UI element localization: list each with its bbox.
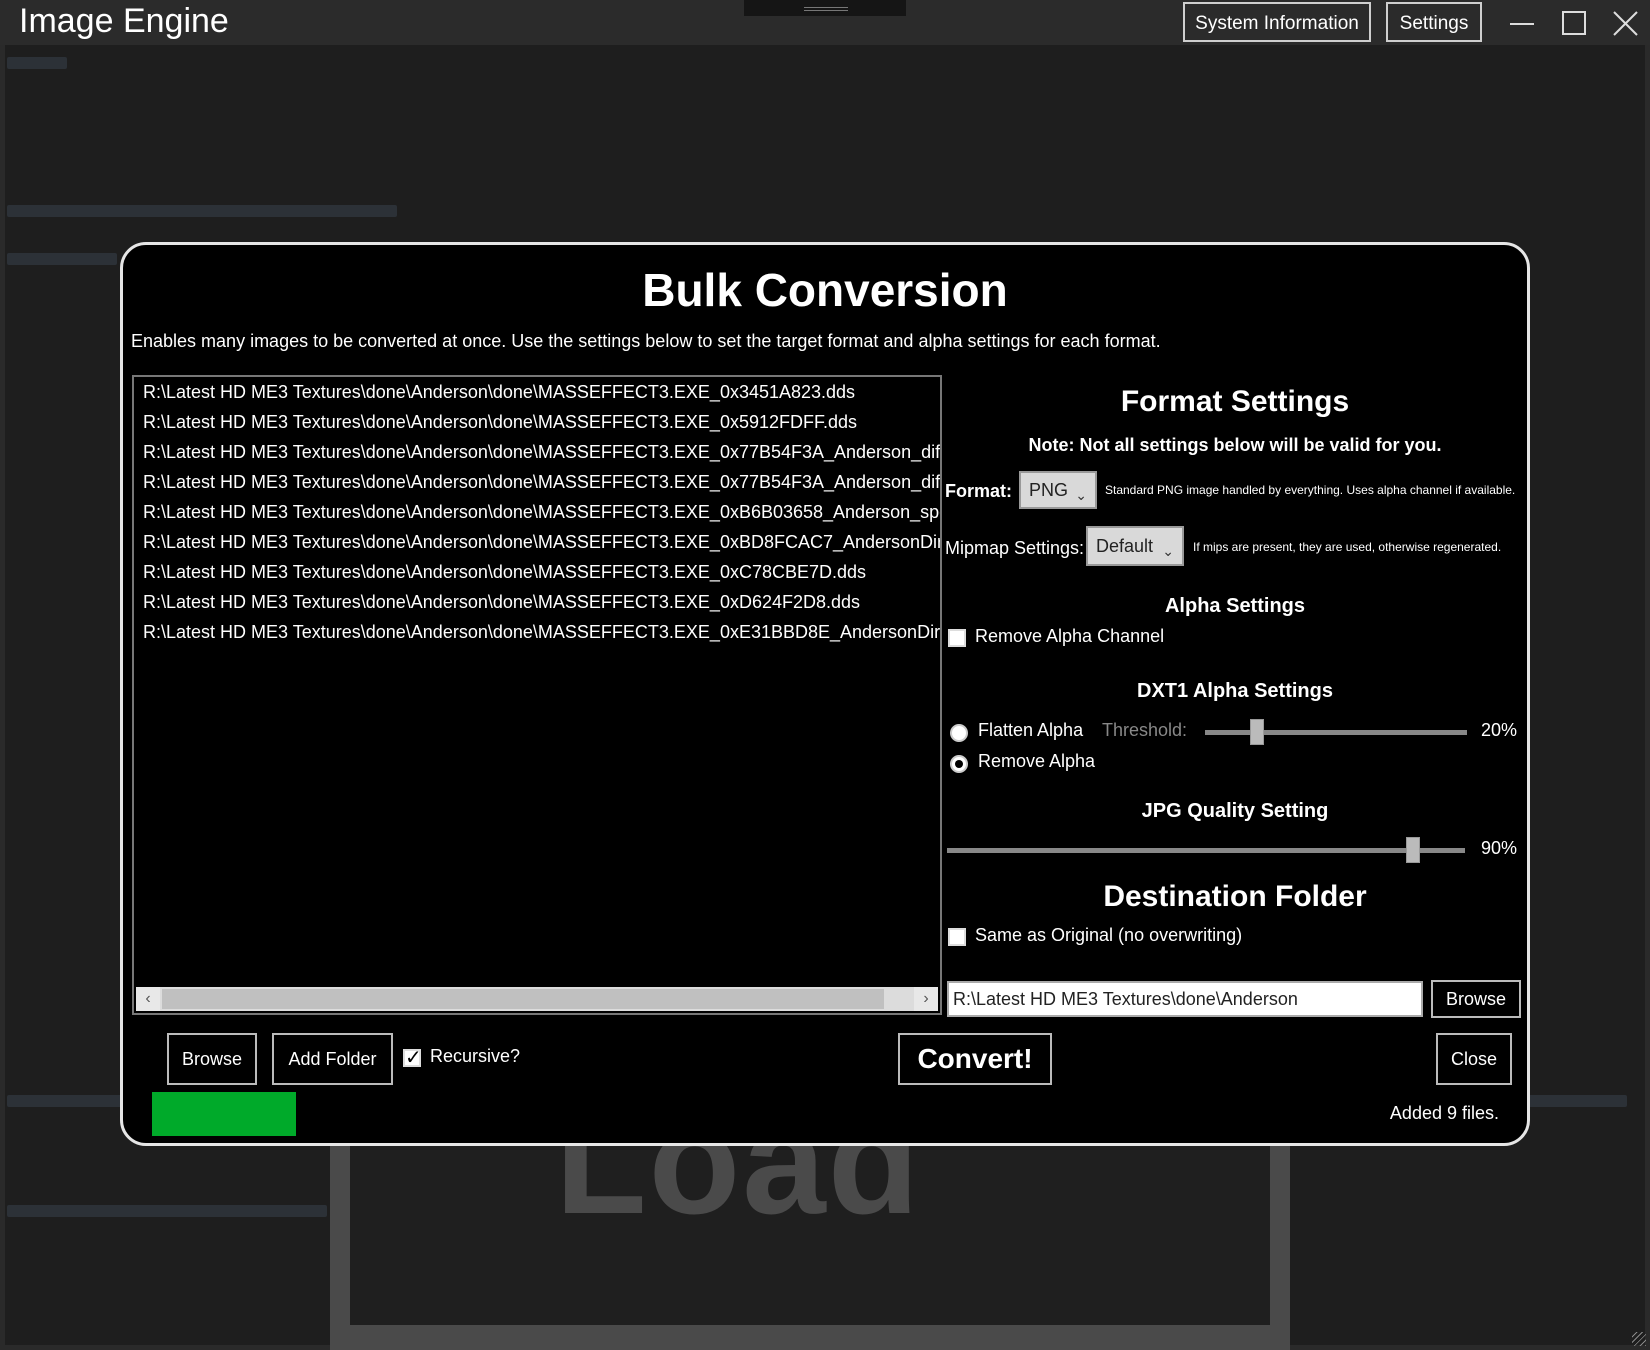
remove-alpha-channel-label: Remove Alpha Channel (975, 626, 1165, 646)
threshold-slider[interactable] (1205, 730, 1467, 735)
flatten-alpha-radio[interactable] (950, 724, 968, 742)
chevron-down-icon: ⌄ (1162, 543, 1174, 559)
mipmap-value: Default (1096, 536, 1154, 556)
destination-browse-button[interactable]: Browse (1431, 980, 1521, 1018)
background-text (7, 205, 397, 217)
file-list-item[interactable]: R:\Latest HD ME3 Textures\done\Anderson\… (134, 617, 940, 647)
background-text (7, 253, 117, 265)
progress-fill (152, 1092, 296, 1136)
mipmap-dropdown[interactable]: Default ⌄ (1086, 526, 1184, 566)
scrollbar-thumb[interactable] (162, 989, 884, 1009)
app-title: Image Engine (19, 2, 229, 40)
maximize-icon[interactable] (1556, 6, 1592, 42)
file-list-item[interactable]: R:\Latest HD ME3 Textures\done\Anderson\… (134, 467, 940, 497)
alpha-settings-heading: Alpha Settings (1164, 595, 1305, 617)
destination-folder-heading: Destination Folder (1103, 880, 1367, 913)
dialog-description: Enables many images to be converted at o… (131, 331, 1161, 351)
settings-panel: Format Settings Note: Not all settings b… (945, 375, 1525, 1025)
status-text: Added 9 files. (1389, 1103, 1499, 1123)
system-information-button[interactable]: System Information (1183, 2, 1371, 42)
format-value: PNG (1029, 480, 1069, 500)
file-list-item[interactable]: R:\Latest HD ME3 Textures\done\Anderson\… (134, 587, 940, 617)
format-description: Standard PNG image handled by everything… (1105, 483, 1516, 497)
file-list-item[interactable]: R:\Latest HD ME3 Textures\done\Anderson\… (134, 437, 940, 467)
threshold-value: 20% (1481, 720, 1518, 740)
background-text (7, 57, 67, 69)
recursive-checkbox[interactable] (403, 1045, 422, 1070)
format-label: Format: (945, 481, 1012, 501)
drag-handle[interactable] (744, 0, 906, 16)
chevron-down-icon: ⌄ (1075, 487, 1087, 503)
scroll-left-icon[interactable]: ‹ (136, 987, 160, 1011)
format-dropdown[interactable]: PNG ⌄ (1019, 471, 1097, 509)
bulk-conversion-dialog: Bulk Conversion Enables many images to b… (120, 242, 1530, 1146)
dialog-title: Bulk Conversion (642, 264, 1008, 316)
format-settings-heading: Format Settings (1120, 385, 1350, 418)
add-folder-button[interactable]: Add Folder (272, 1033, 393, 1085)
jpg-quality-heading: JPG Quality Setting (1141, 800, 1329, 822)
file-list[interactable]: R:\Latest HD ME3 Textures\done\Anderson\… (132, 375, 942, 1015)
dxt1-alpha-heading: DXT1 Alpha Settings (1137, 680, 1333, 702)
convert-button[interactable]: Convert! (898, 1033, 1052, 1085)
same-as-original-checkbox[interactable] (948, 928, 966, 946)
minimize-icon[interactable] (1504, 6, 1540, 42)
file-list-item[interactable]: R:\Latest HD ME3 Textures\done\Anderson\… (134, 497, 940, 527)
file-list-item[interactable]: R:\Latest HD ME3 Textures\done\Anderson\… (134, 527, 940, 557)
scroll-right-icon[interactable]: › (914, 987, 938, 1011)
remove-alpha-channel-checkbox[interactable] (948, 629, 966, 647)
file-list-item[interactable]: R:\Latest HD ME3 Textures\done\Anderson\… (134, 407, 940, 437)
horizontal-scrollbar[interactable]: ‹ › (136, 987, 938, 1011)
mipmap-label: Mipmap Settings: (945, 538, 1085, 558)
jpg-quality-slider[interactable] (947, 848, 1465, 853)
resize-grip-icon[interactable] (1632, 1332, 1646, 1346)
jpg-quality-value: 90% (1481, 838, 1518, 858)
jpg-quality-slider-thumb[interactable] (1406, 837, 1421, 863)
file-list-item[interactable]: R:\Latest HD ME3 Textures\done\Anderson\… (134, 557, 940, 587)
close-button[interactable]: Close (1436, 1033, 1512, 1085)
settings-button[interactable]: Settings (1386, 2, 1482, 42)
mipmap-description: If mips are present, they are used, othe… (1193, 540, 1502, 554)
background-text (7, 1205, 327, 1217)
flatten-alpha-label: Flatten Alpha (978, 720, 1084, 740)
recursive-label: Recursive? (430, 1046, 521, 1066)
destination-path-input[interactable]: R:\Latest HD ME3 Textures\done\Anderson (947, 981, 1423, 1017)
title-bar: Image Engine System Information Settings (0, 0, 1650, 45)
remove-alpha-label: Remove Alpha (978, 751, 1096, 771)
threshold-label: Threshold: (1102, 720, 1188, 740)
close-icon[interactable] (1607, 6, 1643, 42)
browse-files-button[interactable]: Browse (167, 1033, 257, 1085)
threshold-slider-thumb[interactable] (1250, 719, 1265, 745)
same-as-original-label: Same as Original (no overwriting) (975, 925, 1243, 945)
progress-bar (152, 1092, 602, 1136)
format-note: Note: Not all settings below will be val… (1028, 435, 1442, 455)
remove-alpha-radio[interactable] (950, 755, 968, 773)
file-list-item[interactable]: R:\Latest HD ME3 Textures\done\Anderson\… (134, 377, 940, 407)
